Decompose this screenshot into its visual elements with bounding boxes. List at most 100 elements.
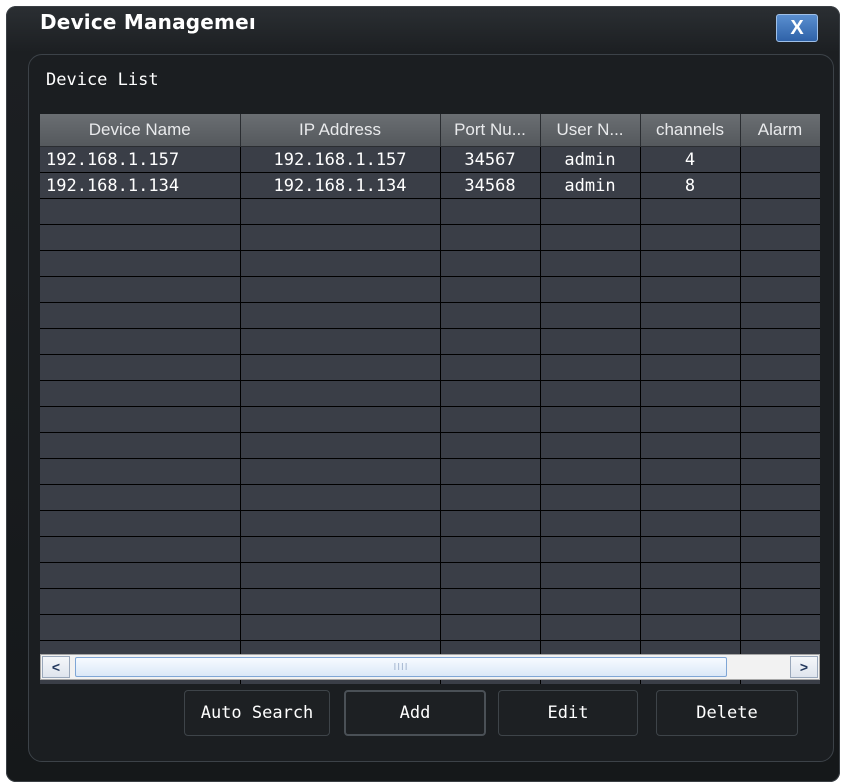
empty-cell [740,250,820,277]
empty-cell [40,588,241,615]
empty-cell [740,484,820,511]
column-header-ip-address[interactable]: IP Address [240,114,441,147]
empty-cell [640,562,741,589]
empty-cell [240,328,441,355]
scroll-left-button[interactable]: < [42,656,70,678]
empty-table-row [40,406,820,433]
edit-label: Edit [547,703,589,723]
empty-cell [440,302,541,329]
column-header-user-name[interactable]: User N... [540,114,641,147]
empty-table-row [40,588,820,615]
empty-cell [740,276,820,303]
device-list-table: Device Name IP Address Port Nu... User N… [40,114,820,684]
empty-cell [540,224,641,251]
cell-user-name: admin [540,172,641,199]
horizontal-scrollbar[interactable]: < IIII > [40,654,820,680]
cell-alarm [740,172,820,199]
empty-cell [640,458,741,485]
empty-table-row [40,250,820,277]
window-title: Device Managemeı [40,10,256,34]
empty-cell [740,198,820,225]
chevron-right-icon: > [799,659,809,675]
empty-table-row [40,354,820,381]
empty-cell [40,354,241,381]
empty-cell [440,224,541,251]
empty-cell [540,432,641,459]
empty-cell [540,354,641,381]
empty-cell [240,614,441,641]
delete-button[interactable]: Delete [656,690,798,736]
empty-table-row [40,614,820,641]
empty-cell [740,510,820,537]
empty-cell [640,536,741,563]
column-header-alarm[interactable]: Alarm [740,114,820,147]
table-row[interactable]: 192.168.1.134 192.168.1.134 34568 admin … [40,172,820,199]
empty-table-row [40,562,820,589]
empty-table-row [40,328,820,355]
cell-port: 34567 [440,146,541,173]
empty-cell [240,224,441,251]
add-button[interactable]: Add [344,690,486,736]
empty-cell [740,588,820,615]
empty-cell [640,250,741,277]
cell-ip-address: 192.168.1.134 [240,172,441,199]
edit-button[interactable]: Edit [498,690,638,736]
auto-search-button[interactable]: Auto Search [184,690,330,736]
empty-cell [640,406,741,433]
column-header-port-number[interactable]: Port Nu... [440,114,541,147]
empty-cell [540,406,641,433]
empty-cell [540,380,641,407]
empty-cell [240,510,441,537]
cell-port: 34568 [440,172,541,199]
empty-cell [440,458,541,485]
empty-cell [440,536,541,563]
empty-cell [640,354,741,381]
empty-table-row [40,198,820,225]
empty-table-row [40,302,820,329]
scrollbar-thumb[interactable]: IIII [75,657,727,677]
empty-cell [440,380,541,407]
empty-cell [640,224,741,251]
empty-cell [540,510,641,537]
empty-cell [640,328,741,355]
cell-user-name: admin [540,146,641,173]
empty-table-row [40,510,820,537]
empty-table-row [40,458,820,485]
column-header-channels[interactable]: channels [640,114,741,147]
empty-cell [740,562,820,589]
title-bar[interactable]: Device Managemeı X [6,6,840,50]
close-button[interactable]: X [776,14,818,42]
empty-cell [540,250,641,277]
table-row[interactable]: 192.168.1.157 192.168.1.157 34567 admin … [40,146,820,173]
device-list-label: Device List [46,70,159,90]
empty-cell [240,432,441,459]
cell-channels: 4 [640,146,741,173]
empty-cell [240,302,441,329]
column-header-device-name[interactable]: Device Name [40,114,241,147]
empty-table-row [40,536,820,563]
empty-cell [740,328,820,355]
empty-cell [40,614,241,641]
empty-cell [740,380,820,407]
empty-cell [440,328,541,355]
empty-cell [40,276,241,303]
empty-cell [540,588,641,615]
empty-cell [740,458,820,485]
empty-cell [440,588,541,615]
empty-table-row [40,276,820,303]
add-label: Add [399,703,431,723]
empty-cell [40,458,241,485]
empty-cell [440,614,541,641]
empty-cell [640,588,741,615]
empty-cell [440,276,541,303]
empty-cell [740,432,820,459]
empty-cell [40,510,241,537]
empty-cell [40,562,241,589]
scroll-right-button[interactable]: > [790,656,818,678]
empty-cell [640,510,741,537]
empty-cell [540,458,641,485]
cell-alarm [740,146,820,173]
empty-cell [240,562,441,589]
empty-cell [40,328,241,355]
grip-icon: IIII [393,661,409,673]
